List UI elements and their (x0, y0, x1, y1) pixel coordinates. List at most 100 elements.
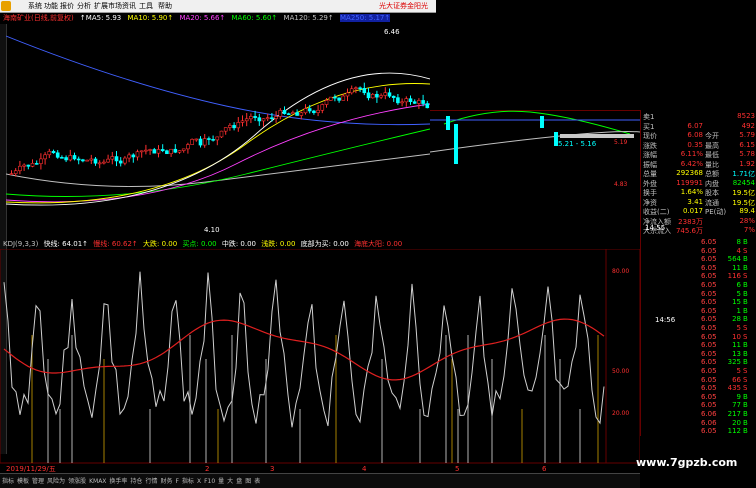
candle-body (328, 96, 333, 101)
tab-item[interactable]: 管理 (32, 478, 44, 485)
tick-direction: B (743, 255, 748, 264)
tab-item[interactable]: X (197, 478, 201, 485)
tab-item[interactable]: 大 (227, 478, 233, 485)
stock-title: 海南矿业(日线,前复权) (3, 14, 74, 22)
candle-body (404, 98, 409, 103)
tab-item[interactable]: F10 (204, 478, 215, 485)
quote-panel: 卖1 8523 买1 6.07 492 现价 6.08 今开 5.79 涨跌 0.35 最高 6.15 涨… (640, 110, 756, 236)
candle-body (160, 149, 165, 152)
ma60-label: MA60: 5.60↑ (231, 14, 278, 22)
tab-item[interactable]: 指标 (2, 478, 14, 485)
quote-label: 外盘 (643, 179, 657, 188)
menu-function[interactable]: 功能 (44, 1, 58, 11)
tick-price: 6.05 (701, 324, 717, 332)
quote-value: 119991 (676, 178, 703, 187)
indicator-legend-row: KDJ(9,3,3) 快线: 64.01↑ 慢线: 60.62↑ 大跌: 0.0… (3, 239, 433, 249)
tab-item[interactable]: 量 (218, 478, 224, 485)
candlestick-chart[interactable]: 6.46 4.10 (6, 24, 430, 236)
candle-body (421, 100, 425, 104)
quote-label: 涨跌 (643, 141, 657, 150)
tick-direction: B (743, 238, 748, 246)
tick-direction: B (743, 263, 748, 272)
tick-row: 6.06 20 B (641, 419, 756, 427)
tick-row: 6.05 5 B (641, 290, 756, 298)
menu-help[interactable]: 帮助 (158, 1, 172, 11)
candle-body (51, 151, 56, 154)
quote-value: 0.017 (682, 207, 703, 215)
tab-item[interactable]: 图 (245, 478, 251, 485)
candle-body (186, 144, 190, 150)
menu-analysis[interactable]: 分析 (77, 1, 91, 11)
kdj-indicator-chart[interactable]: 80.00 50.00 20.00 (0, 249, 640, 463)
tab-item[interactable]: 风险为 (47, 478, 65, 485)
quote-value-2: 19.5亿 (732, 189, 755, 197)
menu-extended-market[interactable]: 扩展市场 (94, 1, 122, 11)
tick-direction: S (743, 272, 748, 281)
buy-point-label: 买点: 0.00 (182, 240, 217, 248)
tick-price: 6.05 (701, 263, 717, 272)
quote-value-2: 82454 (732, 178, 755, 187)
tab-item[interactable]: 换手率 (109, 478, 127, 485)
tick-direction: B (743, 427, 748, 436)
menu-quote[interactable]: 报价 (60, 1, 74, 11)
tick-direction: S (743, 367, 748, 375)
candle-body (312, 110, 316, 113)
quote-label: 总量 (643, 170, 657, 178)
tick-row: 6.05 28 B (641, 315, 756, 323)
tick-row: 6.05 325 B (641, 358, 756, 366)
menu-tools[interactable]: 工具 (139, 1, 153, 11)
tick-volume: 15 (732, 298, 741, 307)
tick-volume: 1 (736, 306, 741, 315)
tab-item[interactable]: 财务 (160, 478, 172, 485)
tab-item[interactable]: 领涨股 (68, 478, 86, 485)
candle-body (156, 149, 161, 154)
candle-body (391, 95, 396, 98)
tab-item[interactable]: 盘 (236, 478, 242, 485)
candle-body (219, 130, 224, 138)
ma5-label: ↑MA5: 5.93 (79, 14, 122, 22)
candle-body (324, 100, 329, 105)
ma250-label: MA250: 5.17↑ (340, 14, 391, 22)
tick-list-panel[interactable]: 14:55 14:56 6.05 8 B 6.05 4 S 6.05 564 B 6.05 11 B 6… (640, 224, 756, 436)
tick-price: 6.05 (701, 298, 717, 307)
candle-body (89, 158, 94, 161)
tab-item[interactable]: 指标 (182, 478, 194, 485)
candle-body (379, 95, 383, 98)
tick-volume: 9 (736, 392, 741, 401)
tab-item[interactable]: 持仓 (130, 478, 142, 485)
tab-item[interactable]: F (175, 478, 178, 485)
chart-overlay-region[interactable]: 5.21 - 5.16 5.19 4.83 (430, 24, 640, 236)
candle-body (123, 157, 127, 164)
candle-body (282, 110, 287, 114)
tab-item[interactable]: 表 (254, 478, 260, 485)
menu-news[interactable]: 资讯 (122, 1, 136, 11)
candle-body (26, 164, 31, 167)
candle-body (177, 150, 182, 153)
quote-label: 净资 (643, 198, 657, 207)
tick-price: 6.05 (701, 375, 717, 384)
tab-item[interactable]: 模板 (17, 478, 29, 485)
quote-row: 买1 6.07 492 (643, 122, 755, 131)
tab-item[interactable]: KMAX (89, 478, 106, 485)
candle-body (295, 112, 299, 116)
moving-average-line (6, 35, 430, 126)
bottom-buy-label: 底部为买: 0.00 (300, 240, 349, 248)
big-drop-label: 大跌: 0.00 (143, 240, 178, 248)
tick-direction: B (743, 410, 748, 418)
candle-body (34, 163, 39, 165)
tick-row: 6.05 10 S (641, 333, 756, 341)
quote-label-2: PE(动) (705, 208, 727, 216)
tick-price: 6.05 (701, 272, 717, 281)
moving-average-line (6, 103, 430, 203)
tab-item[interactable]: 行情 (145, 478, 157, 485)
candle-body (265, 117, 270, 120)
date-label: 2019/11/29/五 (6, 465, 56, 473)
tick-direction: S (743, 246, 748, 255)
app-logo-icon (1, 1, 11, 11)
candle-body (253, 116, 257, 118)
menu-system[interactable]: 系统 (28, 1, 42, 11)
quote-value-2: 5.78 (739, 150, 755, 158)
quote-value: 292368 (676, 169, 703, 177)
candle-body (30, 163, 35, 167)
tick-row: 6.05 77 B (641, 401, 756, 409)
